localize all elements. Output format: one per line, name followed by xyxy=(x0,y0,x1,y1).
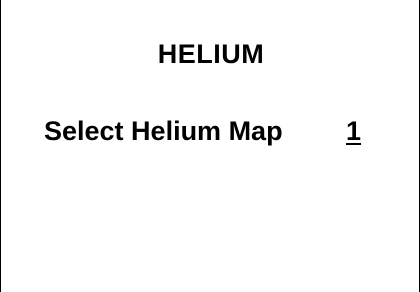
helium-map-setting-row: Select Helium Map 1 xyxy=(44,114,404,148)
helium-map-label: Select Helium Map xyxy=(44,116,283,146)
helium-map-value[interactable]: 1 xyxy=(346,114,361,148)
page-title: HELIUM xyxy=(157,39,265,69)
helium-screen: HELIUM Select Helium Map 1 xyxy=(0,0,420,292)
